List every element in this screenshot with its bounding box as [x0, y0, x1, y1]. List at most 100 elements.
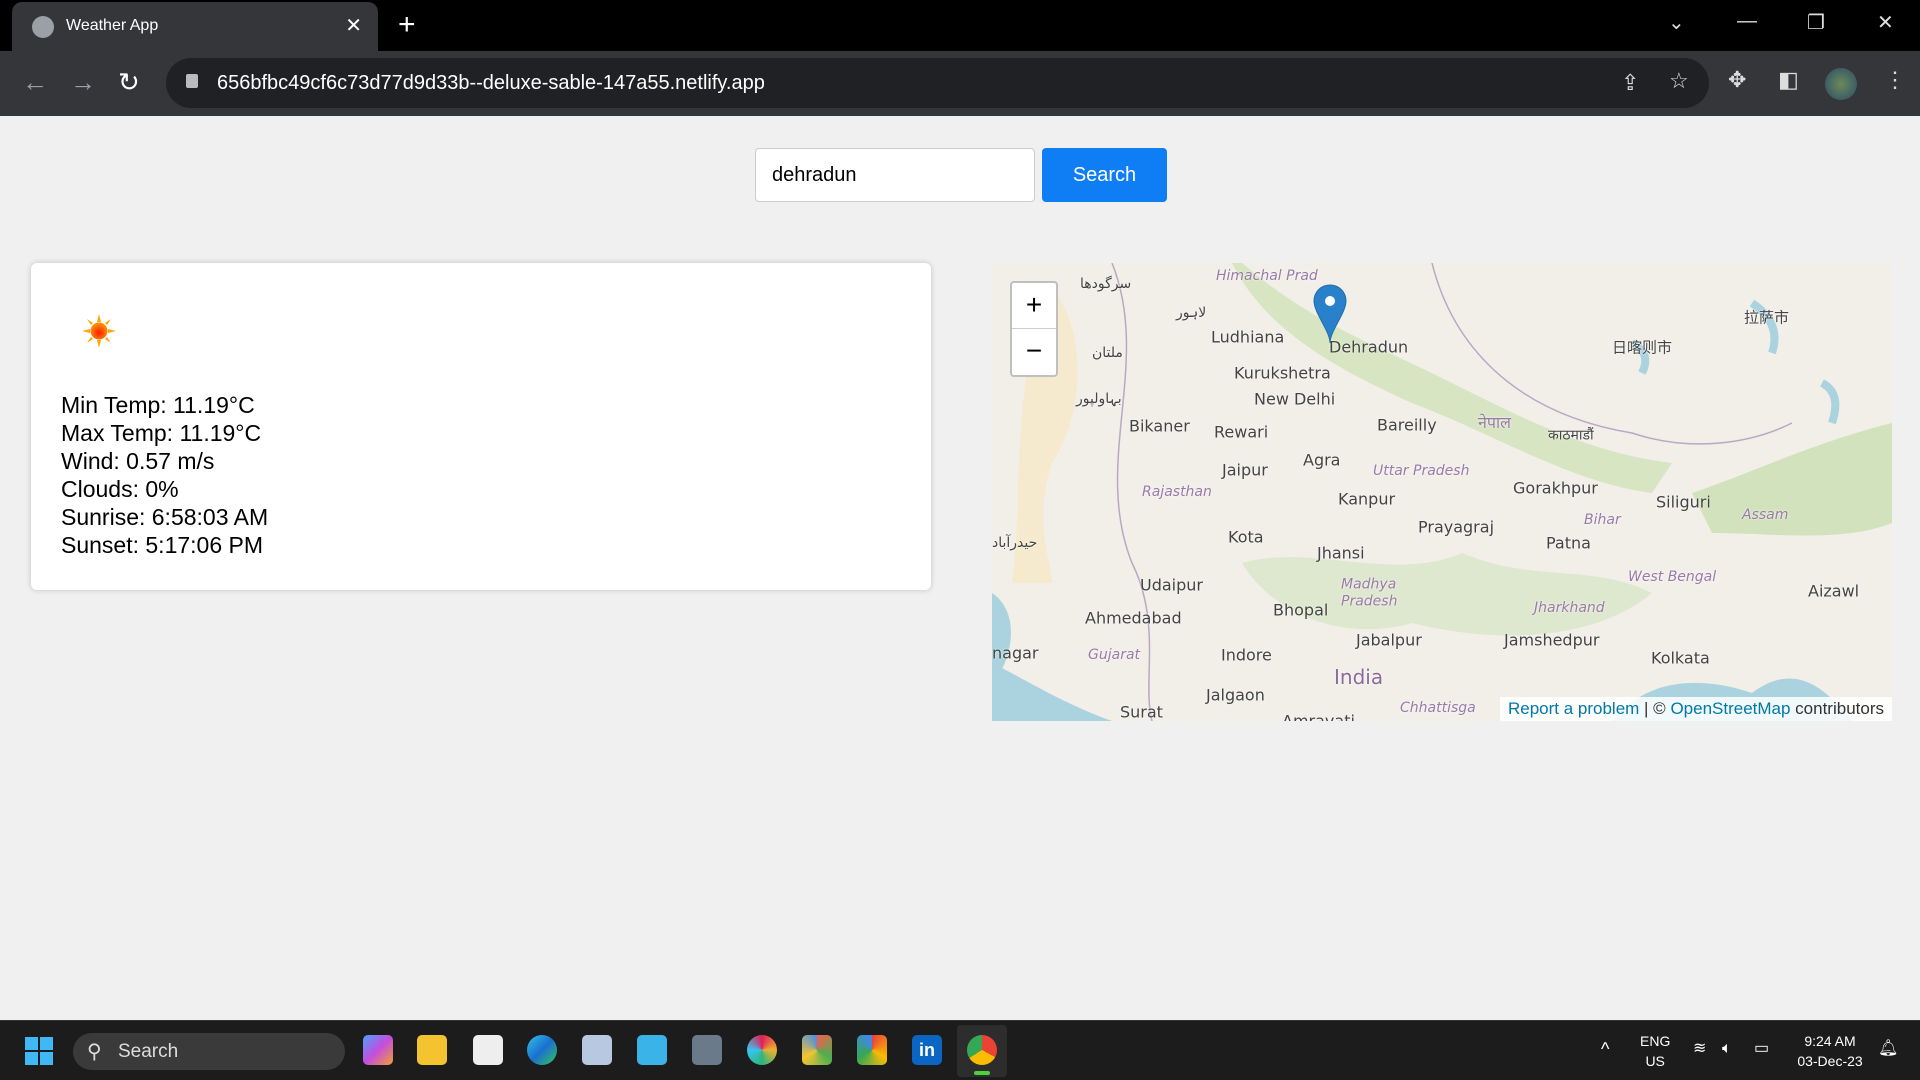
- copilot-app-icon[interactable]: [363, 1035, 393, 1065]
- map-label: Uttar Pradesh: [1373, 463, 1470, 479]
- map-label: Madhya Pradesh: [1341, 576, 1398, 610]
- map-label: Gorakhpur: [1513, 478, 1598, 498]
- file-explorer-icon[interactable]: [417, 1035, 447, 1065]
- tab-bar: Weather App ✕ + ⌄ — ❐ ✕: [0, 0, 1920, 51]
- notification-icon[interactable]: 🔔︎: [1878, 1039, 1898, 1059]
- map-label: Jamshedpur: [1504, 630, 1600, 650]
- weather-card: Min Temp: 11.19°C Max Temp: 11.19°C Wind…: [31, 263, 931, 590]
- restore-button[interactable]: ❐: [1807, 10, 1825, 35]
- tab-title: Weather App: [66, 17, 159, 34]
- map-label: Agra: [1303, 450, 1341, 470]
- bookmark-star-icon[interactable]: ☆: [1669, 68, 1689, 94]
- map-label: Aizawl: [1808, 581, 1860, 601]
- sun-icon: [82, 314, 116, 348]
- taskbar: ⚲ Search in ^ ENG US ≋ 🔈︎ ▭ 9:24 AM 03-D…: [0, 1020, 1920, 1080]
- location-marker-icon[interactable]: [1312, 283, 1348, 345]
- map-label: بہاولپور: [1076, 391, 1122, 407]
- map-label: Jhansi: [1317, 543, 1365, 563]
- map-label: Kanpur: [1338, 489, 1396, 509]
- map-label: Bikaner: [1129, 416, 1190, 436]
- slack-icon[interactable]: [747, 1035, 777, 1065]
- close-tab-icon[interactable]: ✕: [345, 13, 362, 38]
- min-temp: Min Temp: 11.19°C: [61, 392, 255, 418]
- share-icon[interactable]: ⇪: [1621, 70, 1639, 96]
- map-label: nagar: [992, 643, 1039, 663]
- zoom-out-button[interactable]: −: [1012, 329, 1056, 375]
- forward-icon[interactable]: →: [70, 67, 96, 98]
- wifi-icon[interactable]: ≋: [1693, 1039, 1706, 1059]
- map-label: Amravati: [1282, 711, 1355, 722]
- browser-toolbar: ← → ↻ 656bfbc49cf6c73d77d9d33b--deluxe-s…: [0, 51, 1920, 116]
- new-tab-button[interactable]: +: [398, 8, 416, 42]
- openstreetmap-link[interactable]: OpenStreetMap: [1670, 699, 1790, 718]
- report-problem-link[interactable]: Report a problem: [1508, 699, 1639, 718]
- url-text: 656bfbc49cf6c73d77d9d33b--deluxe-sable-1…: [217, 72, 765, 94]
- chrome-icon[interactable]: [967, 1035, 997, 1065]
- map-label: Chhattisga: [1400, 700, 1476, 716]
- map-label: Rewari: [1214, 422, 1269, 442]
- max-temp: Max Temp: 11.19°C: [61, 420, 262, 446]
- attribution-separator: | ©: [1639, 699, 1671, 718]
- ink-app-icon[interactable]: [473, 1035, 503, 1065]
- edge-browser-icon[interactable]: [527, 1035, 557, 1065]
- time: 9:24 AM: [1804, 1033, 1856, 1049]
- map-label: Jharkhand: [1534, 600, 1605, 616]
- map-label: India: [1334, 665, 1384, 689]
- map-label: Kolkata: [1651, 648, 1710, 668]
- map-label: Himachal Prad: [1216, 268, 1318, 284]
- paint-app-icon[interactable]: [582, 1035, 612, 1065]
- active-indicator: [974, 1071, 990, 1075]
- linkedin-icon[interactable]: in: [912, 1035, 942, 1065]
- sunrise: Sunrise: 6:58:03 AM: [61, 504, 269, 530]
- extensions-icon[interactable]: ✥: [1728, 67, 1746, 93]
- date: 03-Dec-23: [1797, 1053, 1863, 1069]
- address-bar[interactable]: 656bfbc49cf6c73d77d9d33b--deluxe-sable-1…: [166, 58, 1709, 108]
- calculator-icon[interactable]: [692, 1035, 722, 1065]
- clouds: Clouds: 0%: [61, 476, 179, 502]
- weather-details: Min Temp: 11.19°C Max Temp: 11.19°C Wind…: [61, 391, 268, 559]
- show-hidden-icons[interactable]: ^: [1601, 1039, 1609, 1059]
- lang-top: ENG: [1640, 1033, 1671, 1049]
- map-label: Rajasthan: [1142, 484, 1212, 500]
- city-search-input[interactable]: [755, 148, 1035, 202]
- back-icon[interactable]: ←: [22, 67, 48, 98]
- app-icon[interactable]: [802, 1035, 832, 1065]
- tab-search-icon[interactable]: ⌄: [1668, 10, 1685, 35]
- language-indicator[interactable]: ENG US: [1640, 1031, 1670, 1071]
- map-label: Surat: [1120, 702, 1163, 722]
- map-label: Indore: [1221, 645, 1272, 665]
- close-window-button[interactable]: ✕: [1877, 10, 1894, 35]
- map-label: Jalgaon: [1206, 685, 1265, 705]
- map-label: Ludhiana: [1211, 327, 1285, 347]
- taskbar-search[interactable]: ⚲ Search: [73, 1033, 345, 1070]
- tab-weather-app[interactable]: Weather App ✕: [12, 2, 378, 51]
- map-label: Kota: [1228, 527, 1264, 547]
- volume-icon[interactable]: 🔈︎: [1722, 1039, 1732, 1059]
- taskbar-search-label: Search: [118, 1041, 179, 1062]
- map-label: ملتان: [1092, 345, 1123, 361]
- clock[interactable]: 9:24 AM 03-Dec-23: [1790, 1031, 1870, 1071]
- profile-avatar[interactable]: [1825, 68, 1857, 100]
- map[interactable]: Himachal Prad سرگودھا سرگودھا لاہور ملتا…: [992, 263, 1892, 721]
- map-label: حیدرآباد: [992, 535, 1038, 551]
- google-meet-icon[interactable]: [857, 1035, 887, 1065]
- side-panel-icon[interactable]: ◧: [1778, 67, 1799, 93]
- zoom-in-button[interactable]: +: [1012, 283, 1056, 329]
- map-label: Assam: [1742, 507, 1789, 523]
- attribution-contributors: contributors: [1790, 699, 1884, 718]
- minimize-button[interactable]: —: [1737, 10, 1757, 33]
- lang-bottom: US: [1645, 1053, 1665, 1069]
- reload-icon[interactable]: ↻: [118, 67, 140, 98]
- windows-start-icon[interactable]: [25, 1037, 53, 1065]
- search-button[interactable]: Search: [1042, 148, 1167, 202]
- map-label: Jabalpur: [1356, 630, 1422, 650]
- battery-icon[interactable]: ▭: [1754, 1039, 1769, 1059]
- notepad-icon[interactable]: [637, 1035, 667, 1065]
- menu-icon[interactable]: ⋮: [1884, 67, 1906, 93]
- map-label: Ahmedabad: [1085, 608, 1182, 628]
- map-label: Gujarat: [1088, 647, 1141, 663]
- map-label: 拉萨市: [1744, 308, 1790, 327]
- map-label: Patna: [1546, 533, 1591, 553]
- map-label: Prayagraj: [1418, 517, 1495, 537]
- search-icon: ⚲: [87, 1041, 102, 1063]
